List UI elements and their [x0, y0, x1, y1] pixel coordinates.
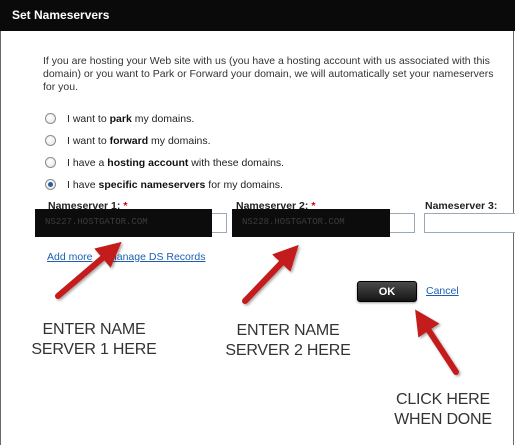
- annotation-arrows: [55, 241, 459, 375]
- annotation-nameserver-1: ENTER NAME SERVER 1 HERE: [31, 321, 157, 358]
- annotation-click-when-done: CLICK HERE WHEN DONE: [394, 391, 492, 428]
- arrow-to-nameserver-1: [55, 241, 122, 299]
- arrow-to-nameserver-2: [242, 244, 299, 304]
- annotation-nameserver-2: ENTER NAME SERVER 2 HERE: [225, 322, 351, 359]
- arrow-to-ok-button: [415, 309, 459, 375]
